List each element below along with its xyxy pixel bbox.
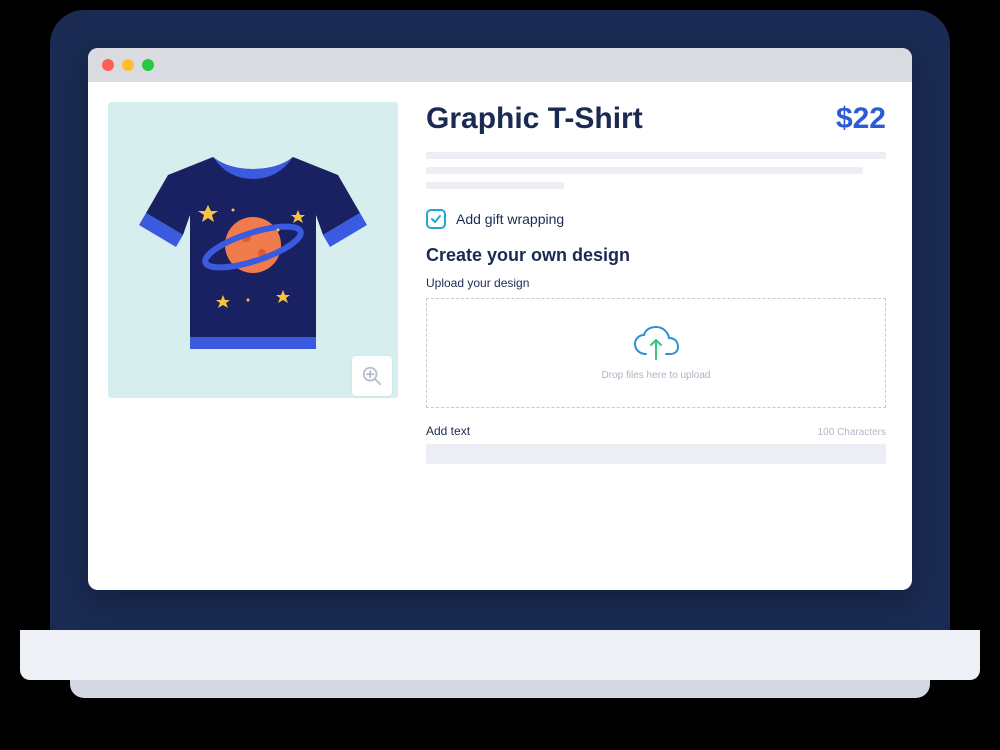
custom-design-heading: Create your own design (426, 245, 886, 266)
browser-window: Graphic T-Shirt $22 (88, 48, 912, 590)
add-text-label: Add text (426, 424, 470, 438)
product-image-panel (108, 102, 398, 570)
product-description-placeholder (426, 152, 886, 189)
minimize-window-icon[interactable] (122, 59, 134, 71)
upload-dropzone[interactable]: Drop files here to upload (426, 298, 886, 408)
gift-wrapping-label: Add gift wrapping (456, 211, 564, 227)
product-price: $22 (836, 102, 886, 136)
gift-wrapping-option[interactable]: Add gift wrapping (426, 209, 886, 229)
maximize-window-icon[interactable] (142, 59, 154, 71)
laptop-frame: Graphic T-Shirt $22 (50, 10, 950, 700)
screen-bezel: Graphic T-Shirt $22 (50, 10, 950, 630)
cloud-upload-icon (632, 326, 680, 362)
character-limit-hint: 100 Characters (818, 427, 886, 438)
product-page: Graphic T-Shirt $22 (88, 82, 912, 590)
product-title: Graphic T-Shirt (426, 102, 643, 136)
upload-label: Upload your design (426, 276, 886, 290)
zoom-in-icon (361, 365, 383, 387)
laptop-base (50, 630, 950, 700)
gift-wrapping-checkbox[interactable] (426, 209, 446, 229)
check-icon (430, 213, 442, 225)
close-window-icon[interactable] (102, 59, 114, 71)
product-details: Graphic T-Shirt $22 (426, 102, 886, 570)
dropzone-hint: Drop files here to upload (602, 370, 711, 381)
zoom-in-button[interactable] (352, 356, 392, 396)
browser-titlebar (88, 48, 912, 82)
tshirt-graphic (138, 135, 368, 365)
product-image[interactable] (108, 102, 398, 398)
custom-text-input[interactable] (426, 444, 886, 464)
